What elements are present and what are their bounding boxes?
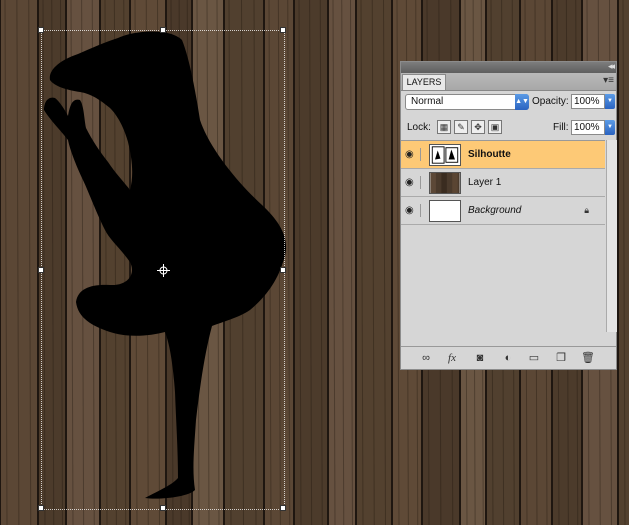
transform-handle-bottom-left[interactable]: [38, 505, 44, 511]
transform-handle-bottom-center[interactable]: [160, 505, 166, 511]
opacity-field[interactable]: 100% ▼: [571, 94, 615, 109]
fill-label: Fill:: [553, 122, 569, 133]
transform-handle-top-left[interactable]: [38, 27, 44, 33]
panel-tab-bar: LAYERS ▾≡: [401, 73, 616, 91]
layer-thumbnail: [429, 172, 461, 194]
layer-list-scrollbar[interactable]: [606, 140, 617, 332]
layer-thumbnail: [429, 200, 461, 222]
opacity-value: 100%: [574, 96, 600, 107]
link-layers-icon[interactable]: ∞: [419, 351, 433, 365]
fill-value: 100%: [574, 122, 600, 133]
fill-field[interactable]: 100% ▼: [571, 120, 615, 135]
trash-icon[interactable]: 🗑︎: [581, 351, 595, 365]
panel-title-bar[interactable]: ◂◂: [401, 61, 616, 73]
transform-handle-top-center[interactable]: [160, 27, 166, 33]
tab-layers[interactable]: LAYERS: [402, 74, 446, 90]
lock-position-icon[interactable]: ✥: [471, 120, 485, 134]
layer-row-silhoutte[interactable]: ◉ Silhoutte: [401, 141, 605, 169]
layers-panel-footer: ∞ fx ◙ ◐ ▭ ❐ 🗑︎: [401, 346, 616, 369]
adjustment-layer-icon[interactable]: ◐: [501, 351, 515, 365]
transform-handle-middle-right[interactable]: [280, 267, 286, 273]
visibility-eye-icon[interactable]: ◉: [405, 176, 421, 189]
blend-mode-select[interactable]: Normal ▲▼: [405, 94, 529, 110]
lock-image-pixels-icon[interactable]: ✎: [454, 120, 468, 134]
layer-row-background[interactable]: ◉ Background 🔒︎: [401, 197, 605, 225]
opacity-dropdown-icon[interactable]: ▼: [605, 94, 615, 109]
layer-name: Silhoutte: [468, 149, 511, 160]
lock-label: Lock:: [407, 122, 431, 133]
lock-icon: 🔒︎: [584, 205, 589, 215]
transform-handle-bottom-right[interactable]: [280, 505, 286, 511]
panel-menu-icon[interactable]: ▾≡: [603, 75, 614, 86]
fx-icon[interactable]: fx: [445, 351, 459, 365]
blend-mode-value: Normal: [411, 96, 444, 107]
visibility-eye-icon[interactable]: ◉: [405, 148, 421, 161]
fill-dropdown-icon[interactable]: ▼: [605, 120, 615, 135]
layer-mask-icon[interactable]: ◙: [473, 351, 487, 365]
blend-mode-arrow-icon: ▲▼: [515, 94, 529, 110]
layers-panel: ◂◂ LAYERS ▾≡ Normal ▲▼ Opacity: 100% ▼ L…: [400, 61, 617, 370]
transform-handle-middle-left[interactable]: [38, 267, 44, 273]
opacity-label: Opacity:: [532, 96, 569, 107]
folder-icon[interactable]: ▭: [527, 351, 541, 365]
layer-row-layer-1[interactable]: ◉ Layer 1: [401, 169, 605, 197]
lock-transparent-pixels-icon[interactable]: ▦: [437, 120, 451, 134]
new-layer-icon[interactable]: ❐: [554, 351, 568, 365]
layer-name: Layer 1: [468, 177, 502, 188]
transform-center-point-icon[interactable]: [157, 264, 170, 277]
visibility-eye-icon[interactable]: ◉: [405, 204, 421, 217]
layer-list: ◉ Silhoutte ◉ Layer 1 ◉ Background 🔒︎: [401, 140, 605, 333]
layer-thumbnail: [429, 144, 461, 166]
lock-all-icon[interactable]: ▣: [488, 120, 502, 134]
collapse-panel-icon[interactable]: ◂◂: [608, 61, 615, 72]
layer-name: Background: [468, 205, 522, 216]
transform-handle-top-right[interactable]: [280, 27, 286, 33]
